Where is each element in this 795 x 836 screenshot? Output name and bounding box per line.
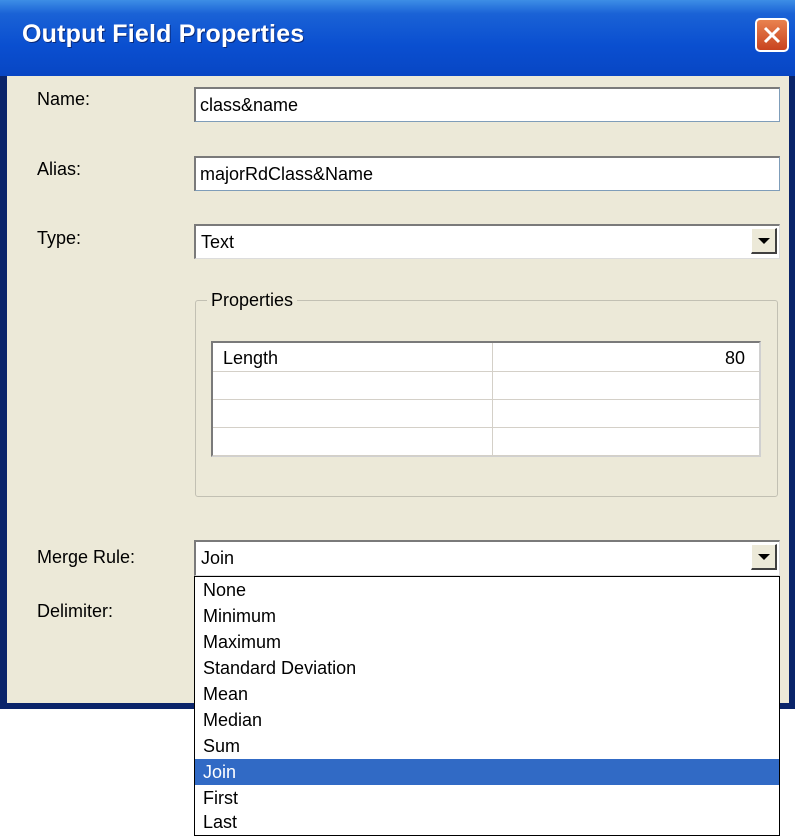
property-value[interactable] (493, 427, 759, 455)
properties-table: Length 80 (211, 341, 761, 457)
type-select-value: Text (201, 232, 235, 252)
close-button[interactable] (755, 18, 789, 52)
merge-option-maximum[interactable]: Maximum (195, 629, 779, 655)
merge-option-mean[interactable]: Mean (195, 681, 779, 707)
table-row[interactable] (213, 371, 759, 400)
merge-option-standard-deviation[interactable]: Standard Deviation (195, 655, 779, 681)
delimiter-label: Delimiter: (37, 601, 114, 621)
property-key: Length (213, 343, 493, 371)
property-value[interactable] (493, 371, 759, 399)
table-row[interactable]: Length 80 (213, 343, 759, 372)
property-key (213, 399, 493, 427)
property-value[interactable]: 80 (493, 343, 759, 371)
property-key (213, 427, 493, 455)
type-label: Type: (37, 228, 82, 248)
property-key (213, 371, 493, 399)
table-row[interactable] (213, 399, 759, 428)
properties-group-title: Properties (207, 290, 298, 311)
merge-rule-dropdown-list[interactable]: None Minimum Maximum Standard Deviation … (194, 576, 780, 836)
merge-option-median[interactable]: Median (195, 707, 779, 733)
name-label: Name: (37, 89, 91, 109)
merge-option-minimum[interactable]: Minimum (195, 603, 779, 629)
merge-rule-select[interactable]: Join (194, 540, 780, 576)
alias-label: Alias: (37, 159, 82, 179)
type-dropdown-button[interactable] (751, 228, 777, 254)
type-select[interactable]: Text (194, 224, 780, 259)
merge-option-join[interactable]: Join (195, 759, 779, 785)
chevron-down-icon (758, 238, 770, 244)
property-value[interactable] (493, 399, 759, 427)
merge-option-sum[interactable]: Sum (195, 733, 779, 759)
merge-option-none[interactable]: None (195, 577, 779, 603)
close-icon (763, 26, 781, 44)
table-row[interactable] (213, 427, 759, 456)
merge-option-first[interactable]: First (195, 785, 779, 811)
alias-field[interactable]: majorRdClass&Name (194, 156, 780, 191)
merge-option-last[interactable]: Last (195, 809, 779, 835)
chevron-down-icon (758, 554, 770, 560)
name-field[interactable]: class&name (194, 87, 780, 122)
title-bar[interactable]: Output Field Properties (0, 0, 795, 76)
window-title: Output Field Properties (22, 20, 305, 48)
merge-rule-dropdown-button[interactable] (751, 544, 777, 570)
merge-rule-label: Merge Rule: (37, 547, 136, 567)
merge-rule-value: Join (201, 548, 235, 568)
